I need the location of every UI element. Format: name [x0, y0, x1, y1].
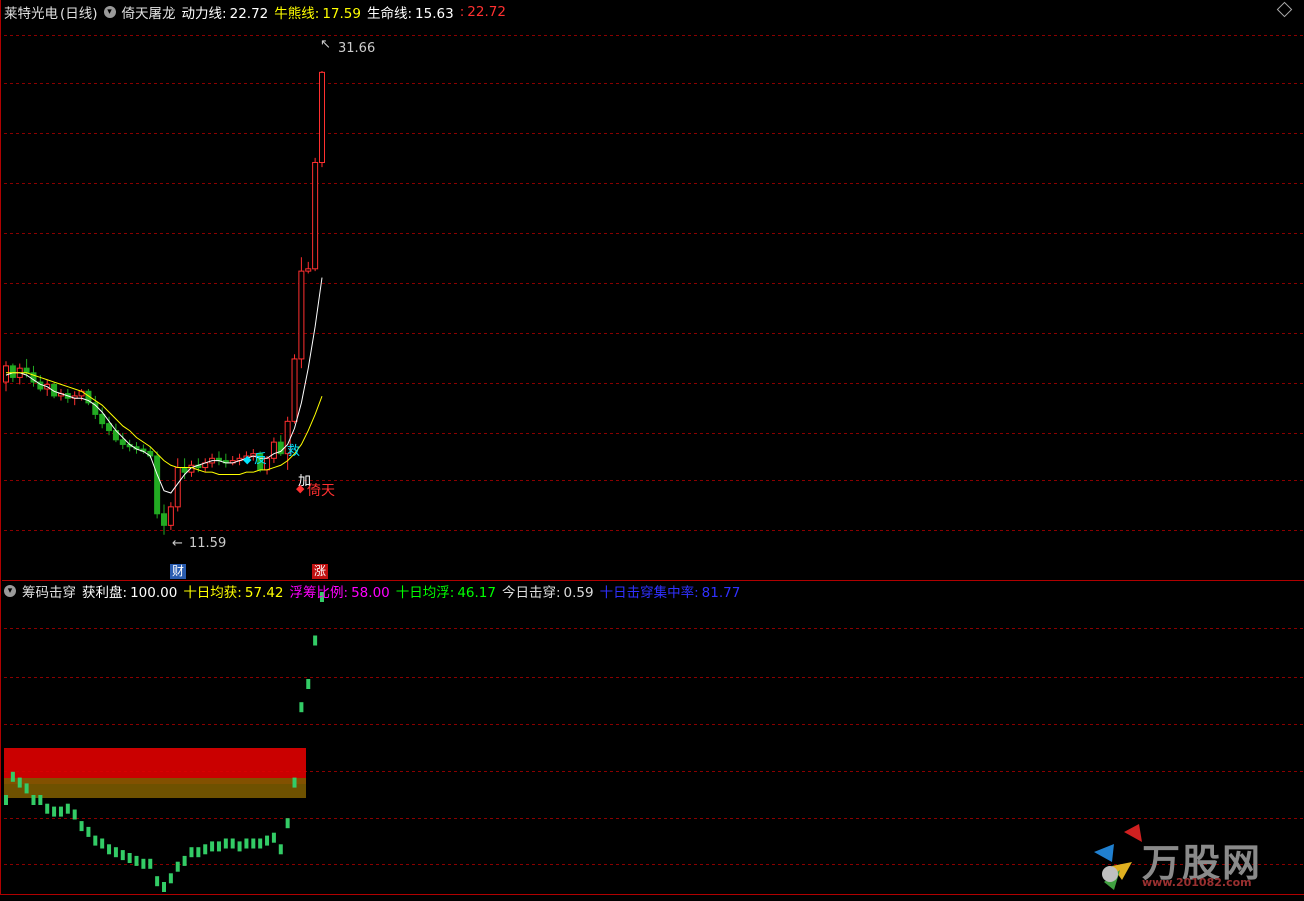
profit-bar [10, 771, 15, 782]
profit-bar [127, 853, 132, 863]
profit-bar [271, 832, 276, 843]
profit-bar [162, 882, 166, 892]
candle-body [167, 506, 174, 526]
sub-panel-header: ▾ 筹码击穿 获利盘: 100.00 十日均获: 57.42 浮筹比例: 58.00 … [4, 581, 746, 601]
sub-line-2: 浮筹比例: 58.00 [289, 585, 390, 601]
cyan-diamond-icon: ◆ [243, 453, 252, 466]
profit-bar [58, 806, 63, 817]
candle-body [181, 467, 188, 473]
candle-body [161, 513, 167, 526]
profit-bar [306, 679, 311, 689]
profit-bar [216, 841, 221, 852]
indicator-name[interactable]: 倚天屠龙 [122, 2, 176, 22]
profit-bar [4, 795, 8, 805]
line-dongli: 动力线: 22.72 [181, 6, 269, 22]
profit-bar [79, 821, 84, 832]
low-arrow: ← [172, 536, 183, 551]
profit-bar [141, 858, 146, 869]
profit-bar [196, 847, 201, 858]
candle-body [298, 270, 305, 360]
stock-name[interactable]: 莱特光电 [4, 2, 58, 22]
collapse-icon[interactable]: ▾ [103, 6, 116, 18]
profit-bar [244, 838, 249, 849]
profit-bar [313, 635, 318, 646]
profit-bar [175, 861, 180, 872]
profit-bar [230, 838, 235, 849]
profit-bar [155, 876, 160, 887]
profit-bar [265, 835, 270, 846]
profit-bar [278, 844, 283, 855]
profit-bar [203, 844, 208, 855]
sub-line-1: 十日均获: 57.42 [183, 585, 284, 601]
sub-indicator-name[interactable]: 筹码击穿 [22, 581, 76, 601]
profit-bar [285, 818, 290, 829]
sub-line-3: 十日均浮: 46.17 [395, 585, 496, 601]
marker-fan: 反 [254, 452, 267, 467]
profit-bar [52, 806, 57, 817]
profit-bar [189, 847, 194, 858]
profit-bar [299, 702, 304, 713]
candle-body [270, 441, 277, 459]
candle-body [23, 367, 30, 374]
profit-bar [134, 855, 139, 866]
period-label[interactable]: (日线) [60, 2, 98, 22]
profit-bar [210, 841, 215, 852]
candle-body [106, 423, 113, 432]
candle-body [305, 268, 312, 272]
sub-line-0: 获利盘: 100.00 [82, 585, 178, 601]
profit-bar [148, 858, 153, 869]
profit-bar [17, 777, 22, 788]
marker-jiu: 救 [287, 443, 300, 459]
profit-bar [107, 844, 112, 855]
profit-bar [100, 838, 105, 849]
profit-bar [93, 835, 98, 846]
candle-body [99, 413, 106, 425]
profit-bar [38, 795, 43, 805]
profit-bar [120, 850, 125, 861]
line-red: :22.72 [459, 4, 506, 20]
candle-body [154, 455, 161, 515]
candle-body [119, 439, 126, 445]
high-price-label: 31.66 [338, 41, 375, 56]
profit-bar [251, 838, 256, 849]
marker-zhang-badge[interactable]: 涨 [312, 564, 328, 579]
profit-bar [113, 847, 118, 858]
profit-bar [223, 838, 228, 849]
candle-body [312, 161, 319, 270]
red-diamond-icon: ◆ [296, 482, 305, 495]
line-niuxiong: 牛熊线: 17.59 [274, 6, 361, 22]
sub-line-4: 今日击穿: 0.59 [501, 585, 594, 601]
candle-body [174, 467, 181, 508]
main-panel-header: 莱特光电 (日线) ▾ 倚天屠龙 动力线: 22.72 牛熊线: 17.59 生命线… [4, 2, 512, 22]
chip-band-brown [4, 778, 306, 798]
profit-bar [65, 803, 70, 814]
marker-cai-badge[interactable]: 财 [170, 564, 186, 579]
candle-body [9, 365, 16, 378]
profit-bar [182, 855, 187, 866]
marker-yitian: 倚天 [307, 483, 335, 499]
profit-bar [72, 809, 77, 820]
profit-bar [86, 826, 91, 837]
profit-bar [45, 803, 50, 814]
collapse-icon[interactable]: ▾ [4, 585, 16, 597]
candle-body [3, 365, 9, 383]
profit-bar [168, 873, 173, 884]
line-shengming: 生命线: 15.63 [366, 6, 454, 22]
chart-canvas[interactable]: 31.66 ↖ 11.59 ← 加 倚天 ◆ ◆ 反 救 [0, 0, 1304, 901]
profit-bar [258, 838, 263, 849]
profit-bar [292, 777, 297, 788]
low-price-label: 11.59 [189, 536, 226, 551]
profit-bar [31, 795, 36, 805]
high-arrow: ↖ [320, 37, 331, 52]
candle-body [319, 71, 325, 163]
profit-bar [24, 783, 29, 794]
profit-bar [237, 841, 242, 852]
candle-body [291, 358, 298, 422]
sub-line-5: 十日击穿集中率: 81.77 [599, 585, 741, 601]
watermark-url: www.201082.com [1142, 876, 1252, 889]
